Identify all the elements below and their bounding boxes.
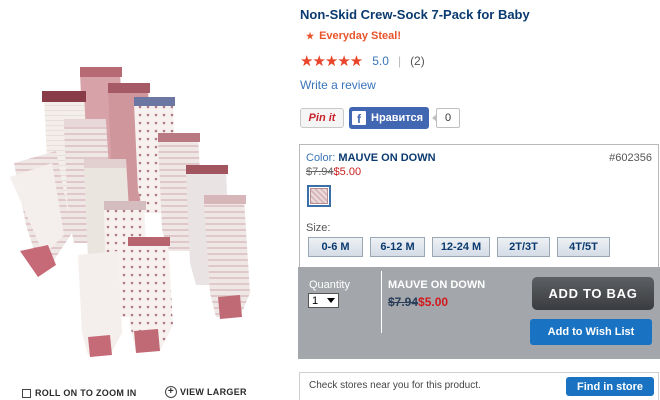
- facebook-like-button[interactable]: f Нравится: [349, 107, 430, 129]
- color-line: Color: MAUVE ON DOWN: [306, 152, 436, 164]
- selected-price: $7.94$5.00: [388, 295, 448, 309]
- facebook-like-count: 0: [432, 108, 461, 128]
- find-in-store-button[interactable]: Find in store: [566, 377, 654, 396]
- pinit-button[interactable]: Pin it: [300, 108, 344, 128]
- size-selector: 0-6 M 6-12 M 12-24 M 2T/3T 4T/5T: [308, 237, 610, 257]
- size-button-0-6m[interactable]: 0-6 M: [308, 237, 363, 257]
- sku-number: #602356: [609, 152, 652, 164]
- add-to-wishlist-button[interactable]: Add to Wish List: [530, 319, 652, 345]
- promo-label: Everyday Steal!: [319, 30, 402, 42]
- color-swatch-mauve-on-down[interactable]: [307, 185, 331, 207]
- rating-stars-icon[interactable]: ★★★★★: [300, 52, 363, 70]
- zoom-label: ROLL ON TO ZOOM IN: [35, 388, 137, 398]
- price-old: $7.94: [306, 166, 334, 178]
- review-count[interactable]: (2): [410, 54, 425, 68]
- purchase-panel: Quantity 1 MAUVE ON DOWN $7.94$5.00 ADD …: [298, 267, 660, 359]
- quantity-label: Quantity: [309, 279, 350, 291]
- product-image[interactable]: [8, 55, 268, 365]
- size-button-12-24m[interactable]: 12-24 M: [432, 237, 490, 257]
- zoom-icon: [22, 388, 31, 398]
- view-larger-link[interactable]: + VIEW LARGER: [165, 386, 247, 398]
- facebook-icon: f: [352, 111, 366, 125]
- color-name: MAUVE ON DOWN: [338, 152, 436, 164]
- write-review-link[interactable]: Write a review: [300, 78, 376, 92]
- selected-price-new: $5.00: [418, 295, 449, 309]
- size-button-6-12m[interactable]: 6-12 M: [370, 237, 425, 257]
- social-buttons: Pin it f Нравится 0: [300, 107, 461, 129]
- store-prompt: Check stores near you for this product.: [309, 380, 481, 391]
- product-title: Non-Skid Crew-Sock 7-Pack for Baby: [300, 7, 530, 22]
- socks-illustration: [10, 67, 250, 357]
- price-new: $5.00: [333, 166, 362, 178]
- rating-separator: |: [397, 54, 402, 68]
- facebook-like-label: Нравится: [371, 112, 424, 124]
- promo-badge: ★ Everyday Steal!: [306, 30, 401, 42]
- purchase-divider: [381, 271, 382, 333]
- store-finder: Check stores near you for this product. …: [299, 372, 659, 400]
- rating-score[interactable]: 5.0: [372, 54, 389, 68]
- selected-color: MAUVE ON DOWN: [388, 279, 486, 291]
- rating: ★★★★★ 5.0 | (2): [300, 52, 425, 70]
- zoom-hint[interactable]: ROLL ON TO ZOOM IN: [22, 388, 137, 398]
- color-prefix: Color:: [306, 152, 336, 164]
- image-tools: ROLL ON TO ZOOM IN + VIEW LARGER: [22, 386, 302, 400]
- size-button-2t-3t[interactable]: 2T/3T: [497, 237, 550, 257]
- plus-circle-icon: +: [165, 386, 177, 398]
- add-to-bag-button[interactable]: ADD TO BAG: [532, 277, 654, 310]
- size-label: Size:: [306, 222, 331, 234]
- quantity-value: 1: [312, 294, 319, 307]
- product-options: Color: MAUVE ON DOWN #602356 $7.94$5.00 …: [299, 144, 659, 267]
- star-icon: ★: [306, 30, 315, 41]
- chevron-down-icon: [327, 298, 335, 303]
- view-larger-label: VIEW LARGER: [180, 387, 247, 397]
- quantity-select[interactable]: 1: [308, 293, 339, 308]
- price-line: $7.94$5.00: [306, 166, 361, 178]
- size-button-4t-5t[interactable]: 4T/5T: [557, 237, 610, 257]
- selected-price-old: $7.94: [388, 295, 419, 309]
